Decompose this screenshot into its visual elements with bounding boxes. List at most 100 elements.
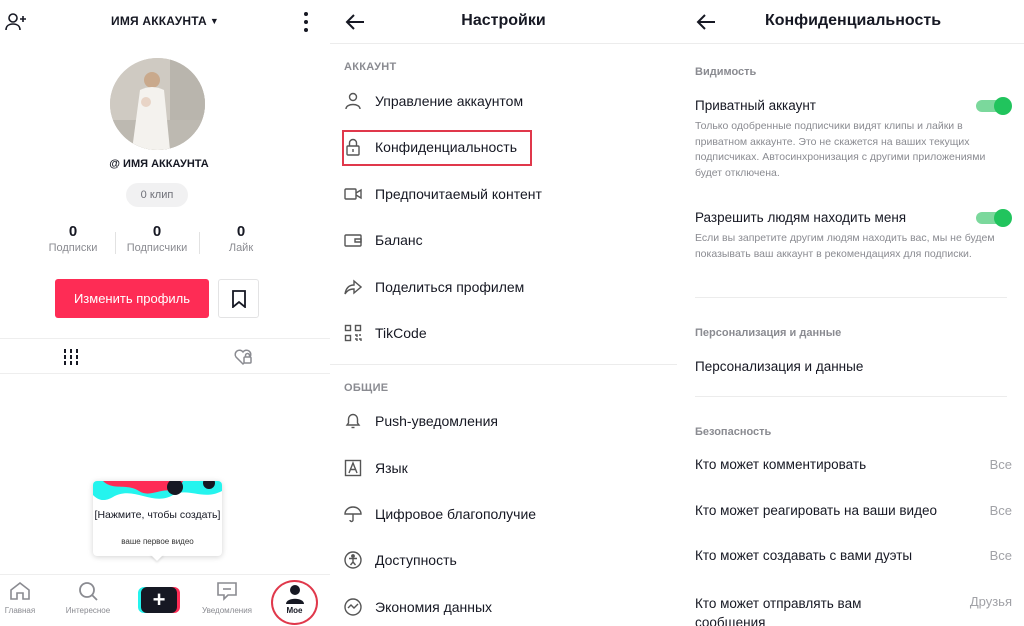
toggle-knob — [994, 97, 1012, 115]
stat-likes-count: 0 — [236, 223, 246, 240]
allow-find-label: Разрешить людям находить меня — [695, 210, 907, 225]
stat-following[interactable]: 0 Подписки — [33, 223, 113, 254]
personalization-item[interactable]: Персонализация и данные — [695, 359, 863, 374]
avatar-photo — [110, 58, 205, 150]
settings-item-language[interactable]: Язык — [330, 449, 677, 489]
settings-item-accessibility[interactable]: Доступность — [330, 541, 677, 581]
settings-item-label: TikCode — [375, 325, 427, 341]
settings-item-balance[interactable]: Баланс — [330, 221, 677, 261]
page-title: Конфиденциальность — [764, 12, 942, 29]
tooltip-subtitle: ваше первое видео — [121, 537, 194, 546]
share-icon — [344, 279, 362, 295]
more-vertical-icon[interactable] — [300, 11, 312, 33]
create-first-video-tooltip[interactable]: [Нажмите, чтобы создать] ваше первое вид… — [93, 481, 222, 556]
allow-find-description: Если вы запретите другим людям находить … — [695, 232, 995, 260]
private-account-label: Приватный аккаунт — [695, 98, 816, 113]
nav-home-label: Главная — [4, 606, 36, 615]
settings-item-data-saver[interactable]: Экономия данных — [330, 588, 677, 626]
stat-divider — [199, 232, 200, 254]
videos-grid-icon[interactable] — [62, 348, 80, 366]
message-icon — [217, 582, 237, 601]
safety-item-reactions[interactable]: Кто может реагировать на ваши видео — [695, 503, 937, 518]
section-visibility-label: Видимость — [695, 66, 757, 78]
settings-item-manage-account[interactable]: Управление аккаунтом — [330, 82, 677, 122]
settings-item-share-profile[interactable]: Поделиться профилем — [330, 268, 677, 308]
create-video-button[interactable]: + — [138, 587, 180, 613]
clips-count-badge[interactable]: 0 клип — [126, 183, 188, 207]
caret-down-icon: ▼ — [209, 16, 219, 26]
safety-item-messages[interactable]: Кто может отправлять вам сообщения — [695, 594, 895, 626]
private-account-toggle[interactable] — [976, 97, 1012, 115]
edit-profile-button[interactable]: Изменить профиль — [55, 279, 209, 318]
settings-item-label: Предпочитаемый контент — [375, 186, 542, 202]
profile-icon — [285, 585, 304, 604]
account-title-text: ИМЯ АККАУНТА — [111, 14, 207, 28]
tooltip-banner — [93, 481, 222, 507]
nav-me-label: Мое — [286, 606, 303, 615]
safety-item-duets-value[interactable]: Все — [990, 548, 1012, 563]
section-account-label: АККАУНТ — [344, 61, 397, 73]
wallet-icon — [344, 234, 362, 247]
stat-following-label: Подписки — [48, 242, 98, 254]
profile-tabs — [0, 338, 330, 374]
stat-followers[interactable]: 0 Подписчики — [117, 223, 197, 254]
settings-item-tikcode[interactable]: TikCode — [330, 314, 677, 354]
tooltip-arrow — [150, 554, 164, 561]
section-divider — [695, 396, 1007, 397]
nav-discover[interactable]: Интересное — [58, 581, 118, 615]
liked-videos-icon[interactable] — [233, 347, 253, 367]
home-icon — [10, 581, 30, 600]
profile-handle: @ ИМЯ АККАУНТА — [109, 158, 209, 170]
nav-inbox[interactable]: Уведомления — [197, 581, 257, 615]
nav-inbox-label: Уведомления — [201, 606, 253, 615]
settings-item-label: Язык — [375, 460, 408, 476]
settings-item-label: Доступность — [375, 552, 457, 568]
page-title: Настройки — [461, 12, 546, 29]
section-general-label: ОБЩИЕ — [344, 382, 389, 394]
section-personalization-label: Персонализация и данные — [695, 327, 842, 339]
safety-item-duets[interactable]: Кто может создавать с вами дуэты — [695, 548, 912, 563]
settings-item-label: Управление аккаунтом — [375, 93, 524, 109]
settings-item-label: Push-уведомления — [375, 413, 498, 429]
person-icon — [345, 92, 361, 110]
qr-code-icon — [344, 324, 362, 342]
umbrella-icon — [344, 506, 362, 523]
section-divider — [330, 364, 677, 365]
stat-likes[interactable]: 0 Лайк — [201, 223, 281, 254]
language-icon — [344, 459, 362, 477]
bookmark-icon — [232, 290, 246, 308]
stat-followers-count: 0 — [152, 223, 162, 240]
profile-screen: ИМЯ АККАУНТА ▼ @ ИМЯ АККАУНТА 0 клип 0 По… — [0, 0, 330, 626]
allow-find-toggle[interactable] — [976, 209, 1012, 227]
account-title[interactable]: ИМЯ АККАУНТА ▼ — [0, 14, 330, 28]
nav-me[interactable]: Мое — [271, 584, 318, 615]
avatar[interactable] — [110, 58, 205, 150]
safety-item-reactions-value[interactable]: Все — [990, 503, 1012, 518]
data-saver-icon — [344, 598, 362, 616]
settings-item-content-preferences[interactable]: Предпочитаемый контент — [330, 175, 677, 215]
safety-item-comments[interactable]: Кто может комментировать — [695, 457, 866, 472]
bell-icon — [345, 413, 361, 429]
settings-item-label: Баланс — [375, 232, 423, 248]
video-camera-icon — [344, 188, 362, 200]
accessibility-icon — [344, 551, 362, 569]
bottom-navigation: Главная Интересное + Уведомления Мое — [0, 574, 330, 626]
plus-icon: + — [141, 587, 177, 613]
safety-item-comments-value[interactable]: Все — [990, 457, 1012, 472]
private-account-description: Только одобренные подписчики видят клипы… — [695, 120, 986, 179]
settings-item-label: Экономия данных — [375, 599, 493, 615]
profile-header: ИМЯ АККАУНТА ▼ — [0, 0, 330, 44]
settings-header: Настройки — [330, 0, 677, 44]
settings-item-push[interactable]: Push-уведомления — [330, 402, 677, 442]
nav-discover-label: Интересное — [65, 606, 111, 615]
settings-item-label: Поделиться профилем — [375, 279, 525, 295]
settings-item-wellbeing[interactable]: Цифровое благополучие — [330, 495, 677, 535]
section-safety-label: Безопасность — [695, 426, 772, 438]
stat-likes-label: Лайк — [228, 242, 254, 254]
nav-home[interactable]: Главная — [0, 581, 50, 615]
privacy-header: Конфиденциальность — [677, 0, 1024, 44]
favorites-button[interactable] — [218, 279, 259, 318]
safety-item-messages-value[interactable]: Друзья — [970, 594, 1012, 609]
privacy-highlight-box — [342, 130, 532, 166]
toggle-knob — [994, 209, 1012, 227]
